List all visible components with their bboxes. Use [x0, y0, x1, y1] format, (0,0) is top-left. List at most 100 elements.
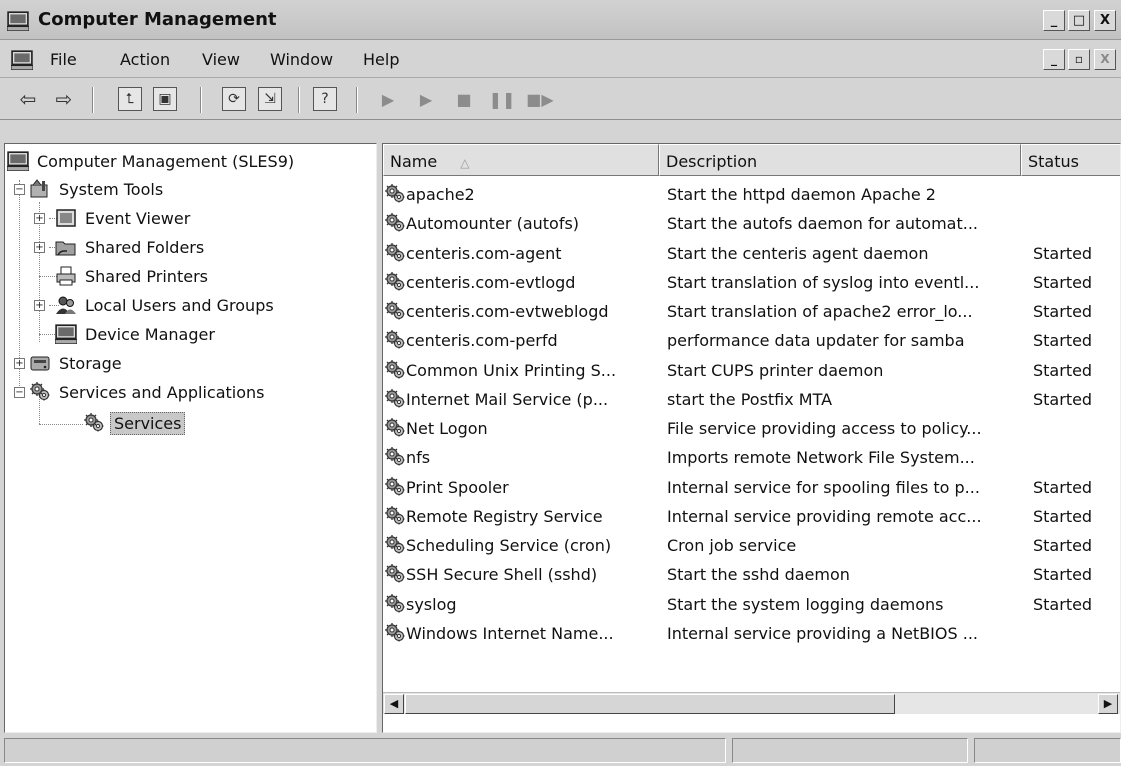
scroll-left-arrow-icon[interactable]: ◀ [384, 694, 404, 714]
tree-label: Computer Management (SLES9) [37, 151, 295, 171]
service-row[interactable]: Internet Mail Service (p... start the Pos… [383, 386, 1120, 415]
forward-icon[interactable]: ⇨ [50, 86, 78, 112]
service-name: centeris.com-evtweblogd [406, 302, 609, 321]
users-icon [56, 296, 76, 314]
service-description: Imports remote Network File System... [667, 448, 975, 468]
horizontal-scrollbar[interactable]: ◀ ▶ [383, 692, 1120, 714]
service-description: performance data updater for samba [667, 331, 965, 351]
menu-window[interactable]: Window [270, 50, 333, 69]
service-name: syslog [406, 594, 457, 614]
tree-node-local-users-groups[interactable]: Local Users and Groups [55, 292, 277, 318]
menu-help[interactable]: Help [363, 50, 399, 69]
menu-view[interactable]: View [202, 50, 240, 69]
service-gear-icon [385, 213, 405, 233]
stop-service-icon[interactable]: ■ [450, 86, 478, 112]
tree-node-storage[interactable]: Storage [29, 350, 125, 376]
scroll-right-arrow-icon[interactable]: ▶ [1098, 694, 1118, 714]
restart-service-icon[interactable]: ■▶ [526, 86, 554, 112]
service-row[interactable]: apache2 Start the httpd daemon Apache 2 [383, 181, 1120, 210]
maximize-button[interactable]: □ [1068, 10, 1090, 31]
service-name: Scheduling Service (cron) [406, 536, 612, 555]
service-description: Internal service for spooling files to p… [667, 477, 980, 497]
services-list-view[interactable]: Name △ Description Status apache2 Start t… [382, 143, 1121, 733]
minimize-button[interactable]: _ [1043, 10, 1065, 31]
services-applications-icon [29, 382, 51, 402]
expand-event-viewer[interactable]: + [34, 213, 45, 224]
up-one-level-icon[interactable]: ⮤ [118, 87, 142, 111]
tree-node-computer-management[interactable]: Computer Management (SLES9) [7, 148, 297, 174]
service-row[interactable]: centeris.com-agent Start the centeris age… [383, 240, 1120, 269]
service-row[interactable]: SSH Secure Shell (sshd) Start the sshd da… [383, 561, 1120, 590]
service-row[interactable]: syslog Start the system logging daemons St… [383, 591, 1120, 620]
show-hide-tree-icon[interactable]: ▣ [153, 87, 177, 111]
back-icon[interactable]: ⇦ [14, 86, 42, 112]
tree-node-shared-folders[interactable]: Shared Folders [55, 234, 207, 260]
status-panel-2 [732, 738, 968, 763]
service-row[interactable]: centeris.com-evtweblogd Start translation… [383, 298, 1120, 327]
service-description: start the Postfix MTA [667, 389, 833, 409]
child-minimize-button[interactable]: _ [1043, 49, 1065, 70]
pause-service-icon[interactable]: ❚❚ [488, 86, 516, 112]
menu-bar: File Action View Window Help _ ▫ X [0, 40, 1121, 78]
export-list-icon[interactable]: ⇲ [258, 87, 282, 111]
expand-local-users[interactable]: + [34, 300, 45, 311]
status-bar [0, 735, 1121, 766]
help-icon[interactable]: ? [313, 87, 337, 111]
service-row[interactable]: Print Spooler Internal service for spooli… [383, 474, 1120, 503]
service-name: Automounter (autofs) [406, 214, 580, 234]
refresh-icon[interactable]: ⟳ [222, 87, 246, 111]
close-button[interactable]: X [1094, 10, 1116, 31]
service-row[interactable]: Remote Registry Service Internal service … [383, 503, 1120, 532]
expand-storage[interactable]: + [14, 358, 25, 369]
service-name: SSH Secure Shell (sshd) [406, 565, 598, 585]
tree-label: Services and Applications [59, 382, 265, 402]
child-close-button[interactable]: X [1094, 49, 1116, 70]
collapse-system-tools[interactable]: − [14, 184, 25, 195]
shared-folders-icon [55, 241, 76, 256]
system-menu-icon[interactable] [11, 50, 33, 70]
service-description: Internal service providing a NetBIOS ... [667, 623, 978, 643]
tree-node-shared-printers[interactable]: Shared Printers [55, 263, 211, 289]
service-gear-icon [385, 622, 405, 642]
title-bar: Computer Management _ □ X [0, 0, 1121, 40]
service-row[interactable]: Automounter (autofs) Start the autofs dae… [383, 210, 1120, 239]
service-row[interactable]: Common Unix Printing S... Start CUPS prin… [383, 357, 1120, 386]
start-service-icon[interactable]: ▶ [374, 86, 402, 112]
column-header-description[interactable]: Description [659, 144, 1021, 176]
tree-node-event-viewer[interactable]: Event Viewer [55, 205, 193, 231]
service-row[interactable]: centeris.com-evtlogd Start translation of… [383, 269, 1120, 298]
service-description: Start the centeris agent daemon [667, 243, 929, 263]
tree-node-services[interactable]: Services [83, 410, 186, 436]
collapse-services-apps[interactable]: − [14, 387, 25, 398]
service-name: Internet Mail Service (p... [406, 389, 609, 409]
expand-shared-folders[interactable]: + [34, 242, 45, 253]
tree-node-services-applications[interactable]: Services and Applications [29, 379, 267, 405]
service-status: Started [1033, 272, 1093, 292]
menu-file[interactable]: File [50, 50, 77, 69]
column-header-status[interactable]: Status [1021, 144, 1120, 176]
storage-icon [30, 356, 50, 371]
service-gear-icon [385, 359, 405, 379]
service-status: Started [1033, 360, 1093, 380]
service-status: Started [1033, 389, 1093, 409]
service-row[interactable]: Scheduling Service (cron) Cron job servic… [383, 532, 1120, 561]
toolbar-separator [298, 87, 300, 113]
console-tree[interactable]: Computer Management (SLES9) − System Too… [4, 143, 377, 733]
service-row[interactable]: Windows Internet Name... Internal service… [383, 620, 1120, 649]
service-row[interactable]: nfs Imports remote Network File System... [383, 444, 1120, 473]
service-description: Start translation of apache2 error_lo... [667, 302, 973, 321]
service-name: centeris.com-agent [406, 243, 562, 263]
tree-node-device-manager[interactable]: Device Manager [55, 321, 218, 347]
service-row[interactable]: centeris.com-perfd performance data updat… [383, 327, 1120, 356]
computer-management-icon [7, 11, 29, 31]
child-restore-button[interactable]: ▫ [1068, 49, 1090, 70]
tree-node-system-tools[interactable]: System Tools [29, 176, 166, 202]
scrollbar-thumb[interactable] [405, 694, 895, 714]
start-service-alt-icon[interactable]: ▶ [412, 86, 440, 112]
service-status: Started [1033, 594, 1093, 614]
event-viewer-icon [56, 209, 76, 227]
menu-action[interactable]: Action [120, 50, 170, 69]
service-row[interactable]: Net Logon File service providing access t… [383, 415, 1120, 444]
service-gear-icon [385, 330, 405, 350]
column-header-name[interactable]: Name △ [383, 144, 659, 176]
